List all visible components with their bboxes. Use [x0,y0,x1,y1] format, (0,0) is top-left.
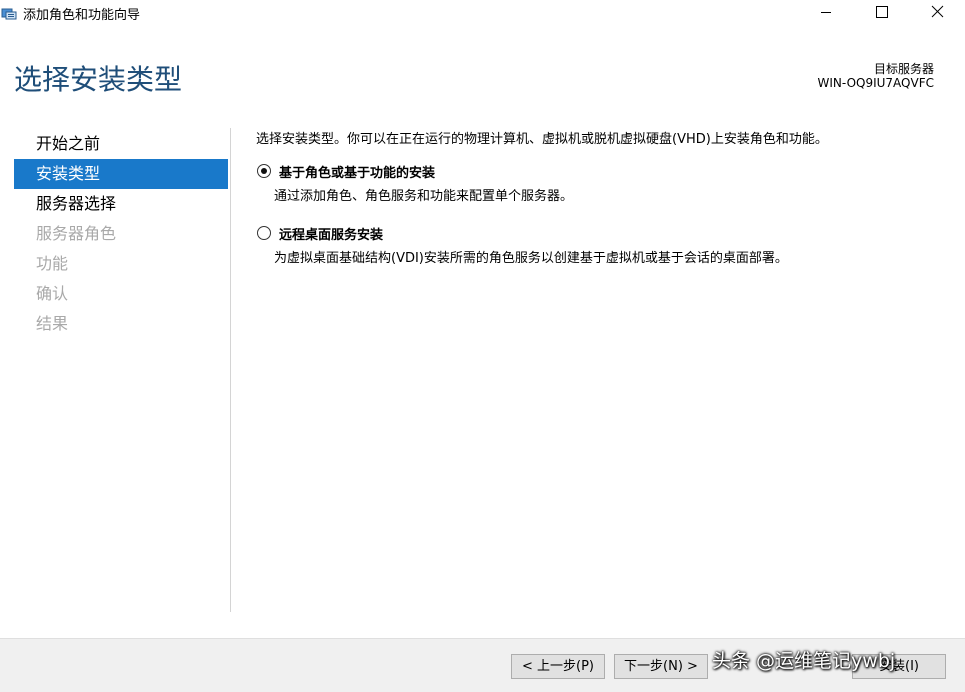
option-role-based-description: 通过添加角色、角色服务和功能来配置单个服务器。 [274,185,956,204]
option-remote-desktop-description: 为虚拟桌面基础结构(VDI)安装所需的角色服务以创建基于虚拟机或基于会话的桌面部… [274,247,956,266]
maximize-icon [858,0,904,26]
title-bar: 添加角色和功能向导 [0,0,965,28]
minimize-icon [803,0,849,26]
option-remote-desktop-title[interactable]: 远程桌面服务安装 [279,224,956,243]
nav-item-features: 功能 [14,249,228,279]
nav-item-confirmation: 确认 [14,279,228,309]
destination-server-name: WIN-OQ9IU7AQVFC [818,76,934,90]
watermark: 头条 @运维笔记ywbj [712,646,895,673]
wizard-nav: 开始之前 安装类型 服务器选择 服务器角色 功能 确认 结果 [14,129,228,339]
radio-remote-desktop[interactable] [257,226,271,240]
server-manager-icon [1,5,17,21]
maximize-button[interactable] [858,0,904,26]
intro-text: 选择安装类型。你可以在正在运行的物理计算机、虚拟机或脱机虚拟硬盘(VHD)上安装… [256,128,956,147]
close-button[interactable] [914,0,960,26]
window-title: 添加角色和功能向导 [23,4,140,23]
option-role-based-title[interactable]: 基于角色或基于功能的安装 [279,162,956,181]
nav-item-results: 结果 [14,309,228,339]
minimize-button[interactable] [803,0,849,26]
option-remote-desktop[interactable]: 远程桌面服务安装 为虚拟桌面基础结构(VDI)安装所需的角色服务以创建基于虚拟机… [256,224,956,266]
nav-item-installation-type[interactable]: 安装类型 [14,159,228,189]
page-title: 选择安装类型 [14,58,182,98]
option-role-based[interactable]: 基于角色或基于功能的安装 通过添加角色、角色服务和功能来配置单个服务器。 [256,162,956,204]
destination-server-label: 目标服务器 [874,60,934,77]
close-icon [914,0,960,26]
nav-divider [230,128,231,612]
next-button[interactable]: 下一步(N) > [614,654,708,679]
main-content: 选择安装类型。你可以在正在运行的物理计算机、虚拟机或脱机虚拟硬盘(VHD)上安装… [256,128,956,286]
previous-button[interactable]: < 上一步(P) [511,654,605,679]
nav-item-server-selection[interactable]: 服务器选择 [14,189,228,219]
radio-role-based[interactable] [257,164,271,178]
nav-item-before-you-begin[interactable]: 开始之前 [14,129,228,159]
nav-item-server-roles: 服务器角色 [14,219,228,249]
